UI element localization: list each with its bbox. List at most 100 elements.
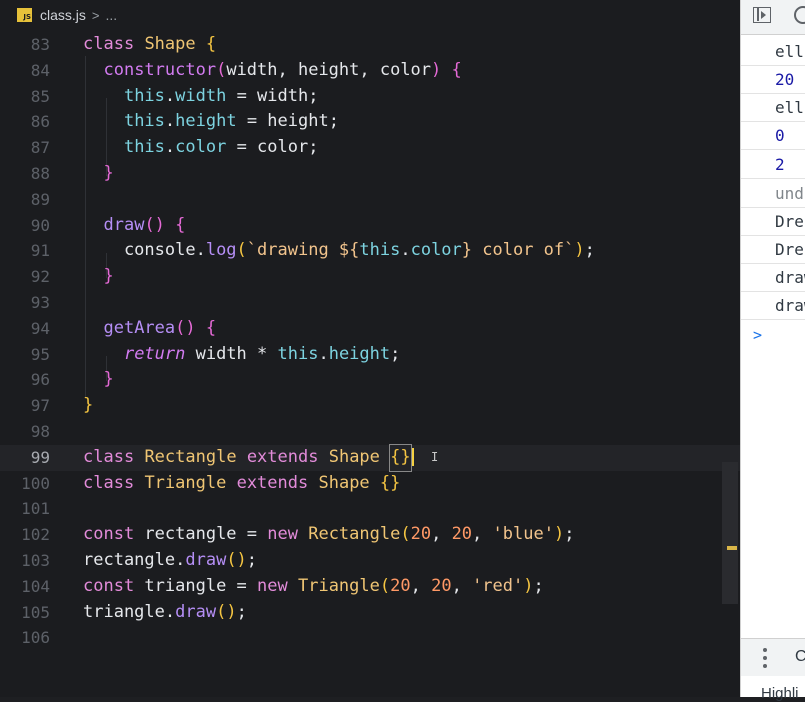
console-toolbar [741, 0, 805, 35]
code-line[interactable]: 85 this.width = width; [0, 84, 740, 110]
code-editor[interactable]: JS class.js > ... 83 class Shape { 84 con… [0, 0, 740, 697]
code-token: const [83, 575, 135, 596]
code-token: 20 [451, 524, 473, 545]
code-token: class [83, 446, 135, 467]
code-token: color [410, 240, 462, 261]
console-message: 2 [741, 151, 805, 179]
code-line[interactable]: 98 [0, 419, 740, 445]
code-line[interactable]: 87 this.color = color; [0, 135, 740, 161]
code-token: this [123, 85, 165, 106]
code-token: } [83, 395, 94, 416]
code-line[interactable]: 88 } [0, 161, 740, 187]
line-number: 87 [30, 138, 50, 158]
code-line[interactable]: 106 [0, 625, 740, 651]
code-token: Shape [328, 446, 380, 467]
code-token: ) [431, 59, 442, 80]
line-number: 88 [30, 163, 50, 183]
code-line[interactable]: 86 this.height = height; [0, 109, 740, 135]
code-line[interactable]: 100 class Triangle extends Shape {} [0, 471, 740, 497]
breadcrumb-more[interactable]: ... [106, 7, 118, 23]
code-token: 20 [390, 575, 411, 596]
code-line[interactable]: 97} [0, 393, 740, 419]
code-token: constructor [103, 59, 217, 80]
code-line[interactable]: 92 } [0, 264, 740, 290]
editor-scrollbar[interactable] [722, 462, 738, 604]
code-token: 20 [410, 524, 432, 545]
code-line[interactable]: 84 constructor(width, height, color) { [0, 58, 740, 84]
code-token: ( [379, 575, 391, 596]
line-number: 84 [30, 60, 50, 80]
code-line[interactable]: 103 rectangle.draw(); [0, 548, 740, 574]
console-message: Dre [741, 208, 805, 236]
code-token: const [83, 524, 135, 545]
drawer-toolbar: C [741, 638, 805, 676]
code-token: 'blue' [492, 524, 554, 545]
code-line[interactable]: 94 getArea() { [0, 316, 740, 342]
code-token: color [175, 137, 227, 158]
code-token: height [175, 111, 237, 132]
code-line[interactable]: 93 [0, 290, 740, 316]
line-number: 103 [21, 550, 50, 570]
code-token: new [257, 575, 288, 596]
code-text: class Triangle extends Shape {} [83, 471, 400, 497]
code-line[interactable]: 102 const rectangle = new Rectangle(20, 2… [0, 522, 740, 548]
code-token: { [205, 34, 217, 54]
code-line-current[interactable]: 99 class Rectangle extends Shape {} [0, 443, 740, 472]
devtools-console-panel[interactable]: ell 20 ell 0 2 und Dre Dre draw draw > C… [740, 0, 805, 702]
line-number: 104 [21, 576, 50, 596]
toggle-sidebar-icon[interactable] [753, 7, 771, 23]
console-message: ell [741, 38, 805, 66]
line-number: 91 [30, 241, 50, 261]
code-line[interactable]: 105 triangle.draw(); [0, 600, 740, 626]
code-token: } color of` [461, 240, 575, 261]
line-number: 101 [21, 499, 50, 519]
code-text: draw() { [83, 213, 185, 239]
code-line[interactable]: 104 const triangle = new Triangle(20, 20,… [0, 574, 740, 600]
code-line[interactable]: 89 [0, 187, 740, 213]
code-text: } [83, 393, 93, 419]
code-area[interactable]: 83 class Shape { 84 constructor(width, he… [0, 32, 740, 651]
code-line[interactable]: 83 class Shape { [0, 32, 740, 58]
code-token: extends [236, 472, 309, 493]
code-line[interactable]: 95 return width * this.height; [0, 342, 740, 368]
code-token: {} [389, 443, 412, 472]
line-number: 106 [21, 628, 50, 648]
line-number: 96 [30, 370, 50, 390]
file-tab-name[interactable]: class.js [40, 7, 86, 23]
editor-tab-bar: JS class.js > ... [0, 0, 740, 30]
code-text: const triangle = new Triangle(20, 20, 'r… [83, 575, 544, 596]
code-text: triangle.draw(); [83, 601, 247, 622]
code-token: this [123, 137, 165, 158]
code-token: draw [175, 601, 217, 622]
code-token: new [267, 524, 298, 545]
code-line[interactable]: 101 [0, 496, 740, 522]
text-caret [411, 447, 414, 466]
code-token: `drawing ${ [246, 240, 360, 261]
code-token: return [123, 343, 186, 364]
console-message: draw [741, 292, 805, 320]
code-line[interactable]: 91 console.log(`drawing ${this.color} co… [0, 238, 740, 264]
code-line[interactable]: 90 draw() { [0, 213, 740, 239]
console-prompt-chevron-icon[interactable]: > [753, 326, 762, 344]
line-number: 85 [30, 86, 50, 106]
code-text: const rectangle = new Rectangle(20, 20, … [83, 524, 575, 545]
line-number: 86 [30, 112, 50, 132]
code-token: extends [246, 446, 319, 467]
code-token: {} [379, 472, 401, 493]
code-text: return width * this.height; [123, 343, 401, 364]
code-text: } [83, 161, 113, 187]
code-token: this [123, 111, 165, 132]
line-number: 105 [21, 602, 50, 622]
code-text: this.color = color; [123, 137, 319, 158]
code-token: log [205, 240, 237, 261]
drawer-content-text: Highli [761, 685, 799, 702]
drawer-tab-label[interactable]: C [795, 648, 805, 666]
more-options-icon[interactable] [763, 648, 767, 668]
line-number: 83 [30, 35, 50, 54]
line-number: 102 [21, 525, 50, 545]
line-number: 95 [30, 344, 50, 364]
clear-console-icon[interactable] [794, 6, 805, 24]
console-message: ell [741, 94, 805, 122]
line-number: 90 [30, 215, 50, 235]
code-line[interactable]: 96 } [0, 367, 740, 393]
